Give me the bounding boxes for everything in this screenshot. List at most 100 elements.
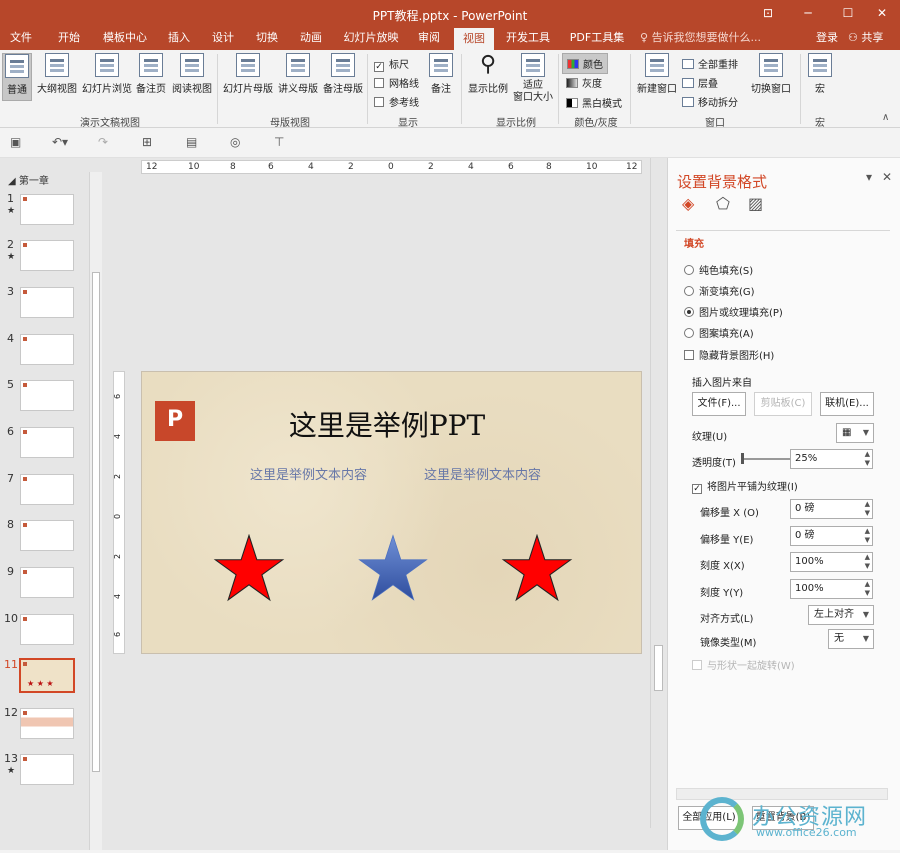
file-button[interactable]: 文件(F)...	[692, 392, 746, 416]
star-shape-center[interactable]	[356, 534, 430, 602]
switch-window-button[interactable]: 切换窗口	[748, 53, 794, 95]
new-window-button[interactable]: 新建窗口	[634, 53, 680, 95]
scale-y-spinner[interactable]: 100% ▲ ▼	[790, 579, 873, 599]
slide-title[interactable]: 这里是举例PPT	[262, 404, 512, 444]
reading-view-button[interactable]: 阅读视图	[170, 53, 214, 95]
effects-pentagon-icon[interactable]: ⬠	[716, 194, 730, 213]
tab-home[interactable]: 开始	[52, 28, 86, 50]
spinner-arrows-icon[interactable]: ▲ ▼	[865, 500, 870, 518]
grayscale-button[interactable]: 灰度	[566, 75, 602, 90]
tab-pdf-tools[interactable]: PDF工具集	[566, 28, 628, 50]
mirror-type-dropdown[interactable]: 无 ▼	[828, 629, 874, 649]
pane-options-icon[interactable]: ▾	[866, 170, 872, 184]
star-shape-left[interactable]	[212, 534, 286, 602]
offset-x-spinner[interactable]: 0 磅 ▲ ▼	[790, 499, 873, 519]
thumbnails-scrollbar[interactable]	[89, 172, 102, 852]
tab-slideshow[interactable]: 幻灯片放映	[338, 28, 404, 50]
slider-handle[interactable]	[741, 453, 744, 464]
transparency-slider[interactable]	[741, 453, 791, 464]
slide-thumbnail[interactable]	[20, 287, 74, 318]
slide-thumbnail-current[interactable]: ★ ★ ★	[19, 658, 75, 693]
spinner-arrows-icon[interactable]: ▲ ▼	[865, 450, 870, 468]
screenshot-icon[interactable]: ◎	[230, 135, 240, 149]
new-slide-icon[interactable]: ⊞	[142, 135, 152, 149]
texture-dropdown[interactable]: ▦ ▼	[836, 423, 874, 443]
tile-picture-checkbox[interactable]: ✓ 将图片平铺为纹理(I)	[692, 478, 798, 494]
slide-thumbnail[interactable]	[20, 240, 74, 271]
slide-master-button[interactable]: 幻灯片母版	[222, 53, 274, 95]
fill-section-header[interactable]: 填充	[684, 235, 704, 250]
tab-view[interactable]: 视图	[454, 28, 494, 50]
scrollbar-thumb[interactable]	[654, 645, 663, 691]
cascade-button[interactable]: 层叠	[682, 75, 718, 90]
picture-texture-fill-radio[interactable]: 图片或纹理填充(P)	[684, 304, 783, 319]
slide-thumbnail[interactable]	[20, 194, 74, 225]
slide-thumbnail[interactable]	[20, 754, 74, 785]
login-link[interactable]: 登录	[816, 28, 838, 48]
tab-transitions[interactable]: 切换	[250, 28, 284, 50]
fill-bucket-icon[interactable]: ◈	[682, 194, 694, 213]
slide-thumbnail[interactable]	[20, 427, 74, 458]
slide-thumbnail[interactable]	[20, 380, 74, 411]
spinner-arrows-icon[interactable]: ▲ ▼	[865, 580, 870, 598]
tab-template-center[interactable]: 模板中心	[98, 28, 152, 50]
hide-background-graphics-checkbox[interactable]: 隐藏背景图形(H)	[684, 347, 774, 362]
star-shape-right[interactable]	[500, 534, 574, 602]
spinner-arrows-icon[interactable]: ▲ ▼	[865, 553, 870, 571]
scrollbar-thumb[interactable]	[92, 272, 100, 772]
ruler-checkbox[interactable]: ✓ 标尺	[374, 56, 409, 72]
slide-thumbnail[interactable]	[20, 520, 74, 551]
slide-sorter-button[interactable]: 幻灯片浏览	[82, 53, 132, 95]
scale-x-spinner[interactable]: 100% ▲ ▼	[790, 552, 873, 572]
guides-checkbox[interactable]: 参考线	[374, 94, 419, 109]
ribbon-display-icon[interactable]: ⊡	[748, 0, 788, 28]
share-button[interactable]: ⚇ 共享	[848, 28, 883, 48]
normal-view-button[interactable]: 普通	[2, 53, 32, 101]
black-white-button[interactable]: 黑白模式	[566, 95, 622, 110]
notes-master-button[interactable]: 备注母版	[322, 53, 364, 95]
slide-thumbnail[interactable]	[20, 614, 74, 645]
pane-close-icon[interactable]: ✕	[882, 170, 892, 184]
transparency-spinner[interactable]: 25% ▲ ▼	[790, 449, 873, 469]
undo-icon[interactable]: ↶▾	[52, 135, 68, 149]
alignment-dropdown[interactable]: 左上对齐 ▼	[808, 605, 874, 625]
minimize-button[interactable]: ─	[788, 0, 828, 28]
redo-icon[interactable]: ↷	[98, 135, 108, 149]
tab-developer[interactable]: 开发工具	[502, 28, 554, 50]
slide-text-left[interactable]: 这里是举例文本内容	[250, 464, 367, 483]
tab-review[interactable]: 审阅	[412, 28, 446, 50]
fit-window-button[interactable]: 适应 窗口大小	[512, 53, 554, 104]
present-icon[interactable]: ⊤	[274, 135, 284, 149]
slide-text-right[interactable]: 这里是举例文本内容	[424, 464, 541, 483]
gradient-fill-radio[interactable]: 渐变填充(G)	[684, 283, 755, 298]
notes-page-button[interactable]: 备注页	[134, 53, 168, 95]
text-box-icon[interactable]: ▤	[186, 135, 197, 149]
solid-fill-radio[interactable]: 纯色填充(S)	[684, 262, 753, 277]
save-icon[interactable]: ▣	[10, 135, 21, 149]
macros-button[interactable]: 宏	[806, 53, 834, 95]
picture-icon[interactable]: ▨	[748, 194, 763, 213]
slide-canvas[interactable]: P 这里是举例PPT 这里是举例文本内容 这里是举例文本内容	[141, 371, 642, 654]
clipboard-button[interactable]: 剪贴板(C)	[754, 392, 812, 416]
tab-design[interactable]: 设计	[206, 28, 240, 50]
handout-master-button[interactable]: 讲义母版	[276, 53, 320, 95]
zoom-button[interactable]: ⚲ 显示比例	[466, 53, 510, 96]
editor-vertical-scrollbar[interactable]	[650, 158, 665, 828]
pattern-fill-radio[interactable]: 图案填充(A)	[684, 325, 754, 340]
color-button[interactable]: 颜色	[562, 53, 608, 74]
powerpoint-logo[interactable]: P	[155, 401, 195, 441]
arrange-all-button[interactable]: 全部重排	[682, 56, 738, 71]
tab-file[interactable]: 文件	[4, 28, 38, 50]
tell-me-search[interactable]: ♀ 告诉我您想要做什么...	[640, 28, 761, 50]
move-split-button[interactable]: 移动拆分	[682, 94, 738, 109]
online-button[interactable]: 联机(E)...	[820, 392, 874, 416]
tab-insert[interactable]: 插入	[162, 28, 196, 50]
slide-thumbnail[interactable]	[20, 474, 74, 505]
outline-view-button[interactable]: 大纲视图	[36, 53, 78, 95]
section-header[interactable]: ◢ 第一章	[8, 172, 49, 187]
spinner-arrows-icon[interactable]: ▲ ▼	[865, 527, 870, 545]
offset-y-spinner[interactable]: 0 磅 ▲ ▼	[790, 526, 873, 546]
slide-thumbnail[interactable]	[20, 334, 74, 365]
tab-animations[interactable]: 动画	[294, 28, 328, 50]
close-button[interactable]: ✕	[862, 0, 900, 28]
